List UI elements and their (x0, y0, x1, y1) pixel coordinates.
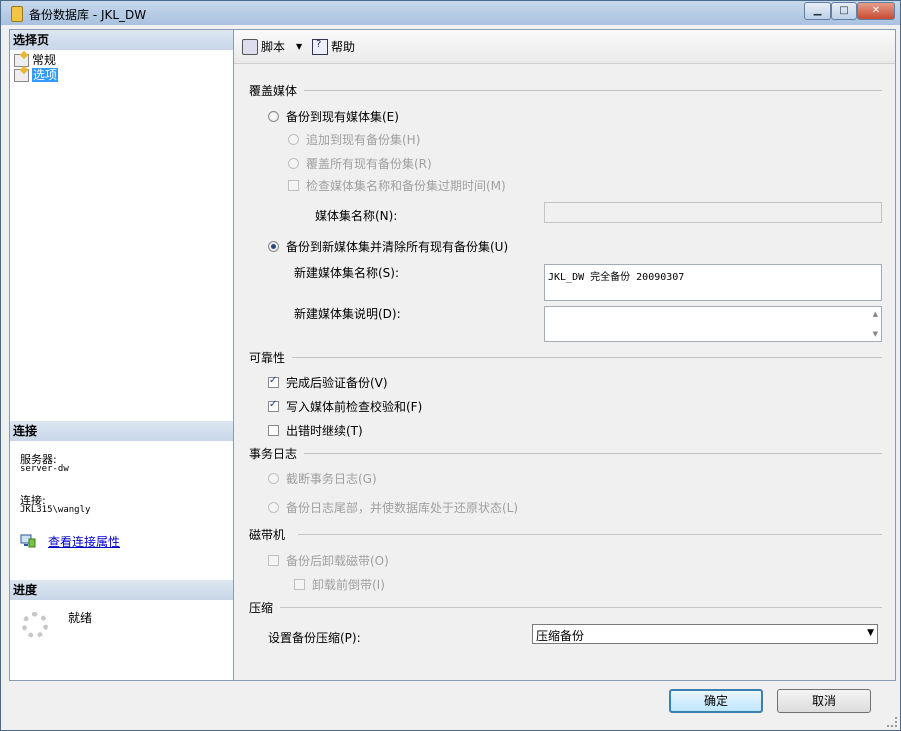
checkbox-indicator (294, 579, 305, 590)
radio-indicator (268, 111, 279, 122)
append-radio[interactable]: 追加到现有备份集(H) (288, 131, 420, 148)
minimize-button[interactable]: ▁ (804, 2, 831, 20)
page-icon (14, 54, 29, 67)
overwrite-media-group-title: 覆盖媒体 (249, 84, 298, 98)
radio-indicator (288, 158, 299, 169)
radio-indicator (288, 134, 299, 145)
media-name-input[interactable] (544, 202, 882, 223)
checkbox-indicator (268, 425, 279, 436)
group-divider (304, 90, 882, 91)
script-icon (242, 38, 258, 55)
new-media-name-label: 新建媒体集名称(S): (294, 266, 400, 280)
cancel-button[interactable]: 取消 (777, 689, 871, 713)
checkbox-indicator (268, 399, 279, 412)
select-page-header: 选择页 (10, 30, 233, 50)
help-button[interactable]: 帮助 (312, 38, 355, 55)
backup-new-radio[interactable]: 备份到新媒体集并清除所有现有备份集(U) (268, 238, 508, 255)
radio-indicator (268, 502, 279, 513)
toolbar: 脚本 ▼ 帮助 (234, 30, 895, 64)
connection-properties-icon (20, 534, 36, 548)
new-media-name-value: JKL_DW 完全备份 20090307 (548, 272, 685, 283)
checkbox-indicator (288, 180, 299, 191)
transaction-log-group-title: 事务日志 (249, 447, 298, 461)
new-media-desc-input[interactable]: ▲ ▼ (544, 306, 882, 342)
connection-value: JKL315\wangly (20, 505, 91, 515)
compression-select[interactable]: 压缩备份 ▼ (532, 624, 878, 644)
group-divider (280, 607, 882, 608)
checksum-checkbox[interactable]: 写入媒体前检查校验和(F) (268, 398, 422, 415)
progress-header: 进度 (10, 580, 233, 600)
scroll-down-icon[interactable]: ▼ (873, 330, 878, 338)
progress-status: 就绪 (68, 611, 93, 625)
backup-existing-radio[interactable]: 备份到现有媒体集(E) (268, 108, 399, 125)
verify-backup-checkbox[interactable]: 完成后验证备份(V) (268, 374, 388, 391)
new-media-desc-label: 新建媒体集说明(D): (294, 307, 401, 321)
progress-spinner-icon (22, 612, 48, 638)
resize-grip[interactable] (887, 717, 897, 727)
compression-group-title: 压缩 (249, 601, 274, 615)
close-button[interactable]: ✕ (857, 2, 895, 20)
chevron-down-icon[interactable]: ▼ (867, 628, 874, 638)
rewind-tape-checkbox[interactable]: 卸载前倒带(I) (294, 576, 385, 593)
maximize-button[interactable]: □ (831, 2, 857, 20)
reliability-group-title: 可靠性 (249, 351, 286, 365)
media-name-label: 媒体集名称(N): (315, 209, 398, 223)
overwrite-all-radio[interactable]: 覆盖所有现有备份集(R) (288, 155, 432, 172)
page-item-options[interactable]: 选项 (14, 68, 59, 83)
help-icon (312, 38, 328, 55)
ok-button[interactable]: 确定 (669, 689, 763, 713)
scroll-up-icon[interactable]: ▲ (873, 310, 878, 318)
window-title: 备份数据库 - JKL_DW (29, 8, 147, 22)
group-divider (304, 453, 882, 454)
checkbox-indicator (268, 555, 279, 566)
radio-indicator (268, 473, 279, 484)
server-value: server-dw (20, 464, 69, 474)
checkbox-indicator (268, 375, 279, 388)
group-divider (292, 357, 882, 358)
backup-dialog: 备份数据库 - JKL_DW ▁ □ ✕ 选择页 常规 选项 连接 服务器: s… (0, 0, 901, 731)
radio-indicator (268, 241, 279, 252)
new-media-name-input[interactable]: JKL_DW 完全备份 20090307 (544, 264, 882, 301)
options-pane: 脚本 ▼ 帮助 覆盖媒体 备份到现有媒体集(E) 追加到现有备份集(H) 覆盖所… (234, 30, 895, 680)
compression-label: 设置备份压缩(P): (268, 631, 361, 645)
unload-tape-checkbox[interactable]: 备份后卸载磁带(O) (268, 552, 389, 569)
tape-group-title: 磁带机 (249, 528, 286, 542)
view-connection-properties-link[interactable]: 查看连接属性 (48, 533, 120, 550)
truncate-log-radio[interactable]: 截断事务日志(G) (268, 470, 377, 487)
dialog-body: 选择页 常规 选项 连接 服务器: server-dw 连接: JKL315\w… (9, 29, 896, 681)
page-item-general[interactable]: 常规 (14, 53, 56, 68)
database-icon (11, 6, 23, 22)
check-media-name-checkbox[interactable]: 检查媒体集名称和备份集过期时间(M) (288, 177, 506, 194)
tail-log-radio[interactable]: 备份日志尾部，并使数据库处于还原状态(L) (268, 499, 518, 516)
connection-header: 连接 (10, 421, 233, 441)
title-bar[interactable]: 备份数据库 - JKL_DW ▁ □ ✕ (1, 1, 900, 25)
chevron-down-icon[interactable]: ▼ (296, 42, 302, 51)
continue-on-error-checkbox[interactable]: 出错时继续(T) (268, 422, 363, 439)
group-divider (298, 534, 882, 535)
left-pane: 选择页 常规 选项 连接 服务器: server-dw 连接: JKL315\w… (10, 30, 234, 680)
compression-value: 压缩备份 (536, 629, 585, 643)
page-icon (14, 69, 29, 82)
script-button[interactable]: 脚本 ▼ (242, 38, 302, 55)
